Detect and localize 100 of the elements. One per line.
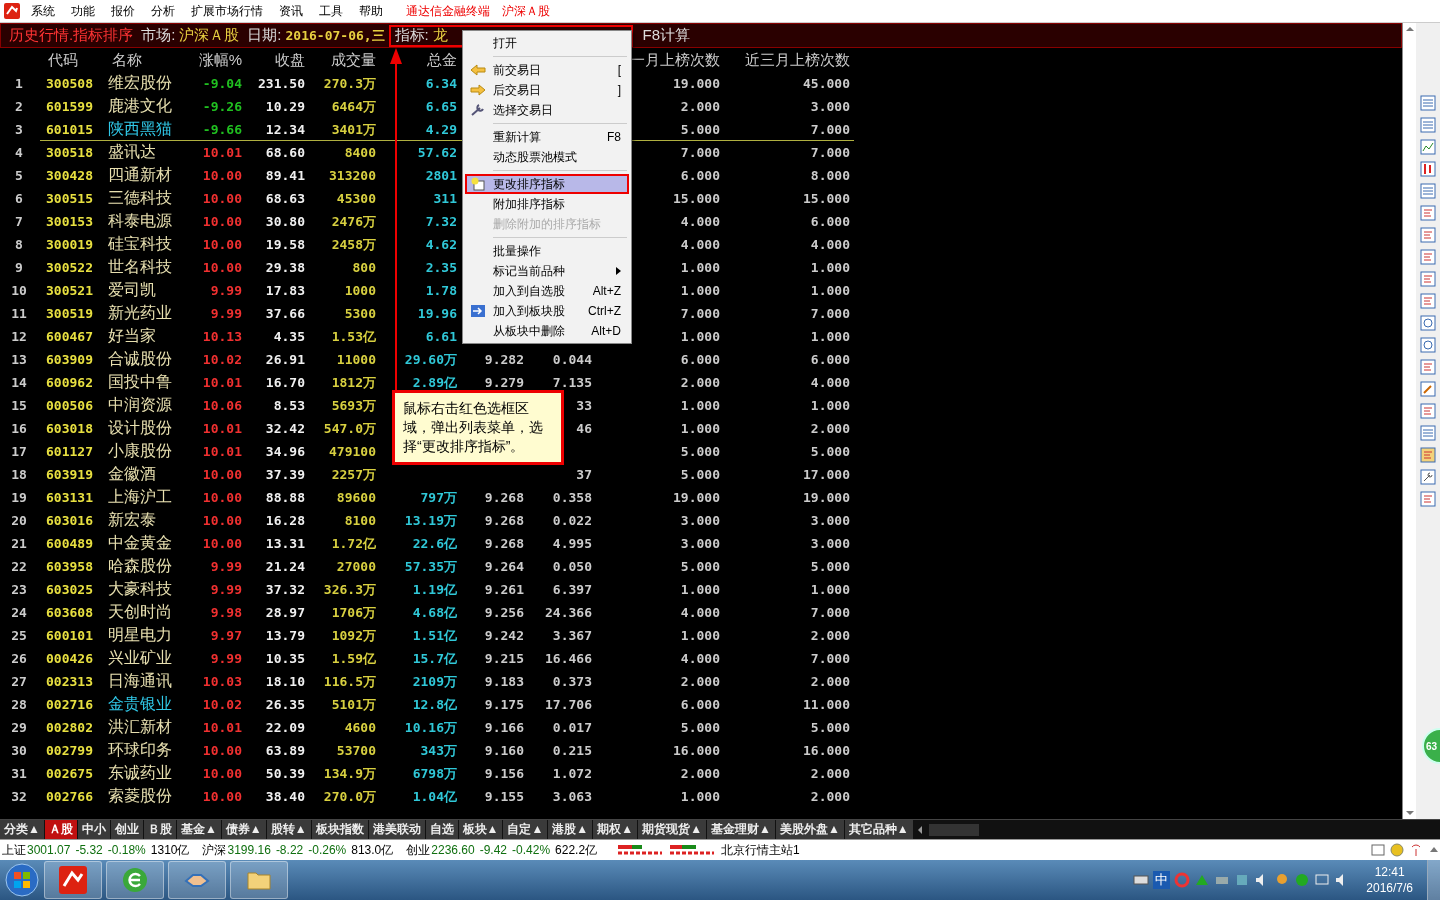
menu-entry[interactable]: 加入到自选股 Alt+Z [465,281,629,301]
taskbar-app-button[interactable] [106,861,164,899]
column-header[interactable]: 近三月上榜次数 [724,50,854,70]
stock-name[interactable]: 维宏股份 [102,73,172,94]
column-header[interactable]: 代码 [38,50,102,70]
menu-entry[interactable]: 加入到板块股 Ctrl+Z [465,301,629,321]
clock[interactable]: 12:41 2016/7/6 [1366,864,1413,896]
stock-code[interactable]: 601015 [38,122,93,137]
stock-code[interactable]: 603608 [38,605,93,620]
coin-icon[interactable] [1390,843,1404,857]
market-tab[interactable]: 期权▲ [593,820,638,839]
document-icon[interactable] [1420,359,1436,375]
stock-name[interactable]: 哈森股份 [102,556,172,577]
circle-icon[interactable] [1420,315,1436,331]
document-icon[interactable] [1420,293,1436,309]
stock-code[interactable]: 002802 [38,720,93,735]
taskbar-app-button[interactable] [44,861,102,899]
menu-entry[interactable]: 前交易日 [ [465,60,629,80]
stock-code[interactable]: 600101 [38,628,93,643]
market-tab[interactable]: 自选 [425,820,458,839]
monitor-icon[interactable] [1314,872,1331,888]
stock-code[interactable]: 603919 [38,467,93,482]
stock-code[interactable]: 002313 [38,674,93,689]
stock-code[interactable]: 000506 [38,398,93,413]
stock-code[interactable]: 300153 [38,214,93,229]
stock-code[interactable]: 300515 [38,191,93,206]
stock-name[interactable]: 天创时尚 [102,602,172,623]
market-tab[interactable]: 板块指数 [311,820,368,839]
market-tab[interactable]: 基金理财▲ [707,820,775,839]
market-tab[interactable]: Ｂ股 [143,820,176,839]
menu-entry[interactable]: 重新计算 F8 [465,127,629,147]
document-icon[interactable] [1420,227,1436,243]
stock-name[interactable]: 中润资源 [102,395,172,416]
document-icon[interactable] [1420,403,1436,419]
taskbar-app-button[interactable] [230,861,288,899]
stock-name[interactable]: 硅宝科技 [102,234,172,255]
column-header[interactable]: 收盘 [246,50,309,70]
stock-name[interactable]: 金徽酒 [102,464,156,485]
stock-name[interactable]: 大豪科技 [102,579,172,600]
document-icon[interactable] [1420,249,1436,265]
grid-icon[interactable] [1420,95,1436,111]
tab-scroll-track[interactable] [928,823,979,836]
stock-code[interactable]: 300522 [38,260,93,275]
stock-name[interactable]: 盛讯达 [102,142,156,163]
stock-code[interactable]: 002799 [38,743,93,758]
stock-code[interactable]: 600467 [38,329,93,344]
stock-name[interactable]: 上海沪工 [102,487,172,508]
column-header[interactable]: 成交量 [309,50,380,70]
window-icon[interactable] [1371,843,1385,857]
stock-name[interactable]: 四通新材 [102,165,172,186]
market-tab[interactable]: 其它品种▲ [844,820,913,839]
menu-entry[interactable]: 批量操作 [465,241,629,261]
stock-name[interactable]: 鹿港文化 [102,96,172,117]
stock-code[interactable]: 603909 [38,352,93,367]
stock-code[interactable]: 603958 [38,559,93,574]
document-icon[interactable] [1420,491,1436,507]
market-tab[interactable]: 创业 [110,820,143,839]
stock-name[interactable]: 科泰电源 [102,211,172,232]
stock-code[interactable]: 002716 [38,697,93,712]
market-tab[interactable]: 期货现货▲ [638,820,706,839]
stock-code[interactable]: 603016 [38,513,93,528]
column-header[interactable]: 涨幅% [182,50,246,70]
line-chart-icon[interactable] [1420,139,1436,155]
document-icon[interactable] [1420,271,1436,287]
stock-code[interactable]: 002766 [38,789,93,804]
stock-name[interactable]: 国投中鲁 [102,372,172,393]
market-tab[interactable]: 港股▲ [548,820,593,839]
menu-item[interactable]: 功能 [66,2,106,20]
market-tab[interactable]: 基金▲ [176,820,221,839]
stock-name[interactable]: 世名科技 [102,257,172,278]
stock-name[interactable]: 合诚股份 [102,349,172,370]
recalc-button[interactable]: F8计算 [642,26,691,45]
stock-name[interactable]: 陕西黑猫 [102,119,172,140]
stock-name[interactable]: 中金黄金 [102,533,172,554]
stock-name[interactable]: 好当家 [102,326,156,347]
menu-item[interactable]: 工具 [314,2,354,20]
stock-name[interactable]: 索菱股份 [102,786,172,807]
stock-code[interactable]: 600489 [38,536,93,551]
stock-name[interactable]: 新光药业 [102,303,172,324]
menu-entry[interactable]: 从板块中删除 Alt+D [465,321,629,341]
scrollbar[interactable] [1402,23,1416,819]
stock-code[interactable]: 002675 [38,766,93,781]
menu-entry[interactable]: 附加排序指标 [465,194,629,214]
stock-name[interactable]: 新宏泰 [102,510,156,531]
stock-code[interactable]: 601127 [38,444,93,459]
market-tab[interactable]: Ａ股 [44,820,77,839]
menu-item[interactable]: 系统 [26,2,66,20]
menu-entry[interactable]: 更改排序指标 [465,174,629,194]
market-tab[interactable]: 港美联动 [368,820,425,839]
stock-name[interactable]: 洪汇新材 [102,717,172,738]
market-tab[interactable]: 分类▲ [0,820,44,839]
menu-entry[interactable]: 打开 [465,33,629,53]
wrench-icon[interactable] [1420,469,1436,485]
menu-item[interactable]: 分析 [146,2,186,20]
circle-icon[interactable] [1420,337,1436,353]
stock-name[interactable]: 东诚药业 [102,763,172,784]
menu-entry[interactable]: 后交易日 ] [465,80,629,100]
list-icon[interactable] [1420,425,1436,441]
stock-name[interactable]: 金贵银业 [102,694,172,715]
menu-item[interactable]: 报价 [106,2,146,20]
